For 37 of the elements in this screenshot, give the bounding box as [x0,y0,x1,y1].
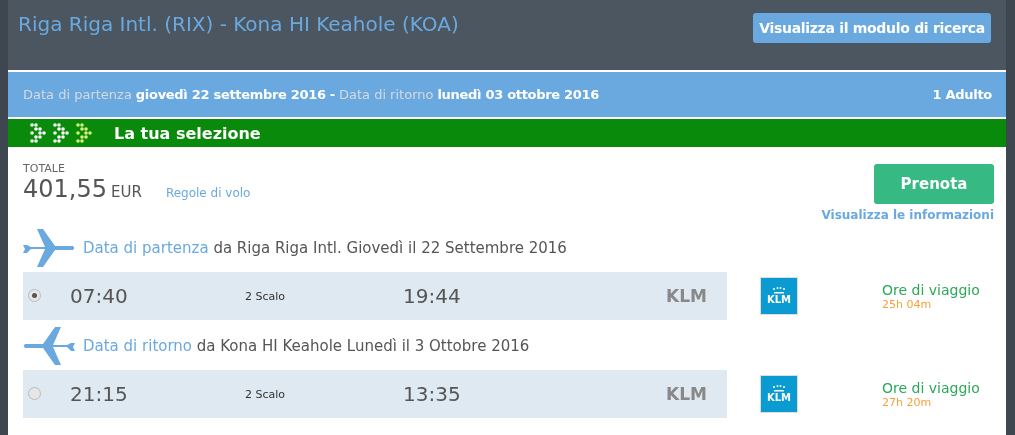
airline-logo: KLM [760,277,798,315]
info-link[interactable]: Visualizza le informazioni [821,208,994,222]
flight-option-row[interactable]: 21:15 2 Scalo 13:35 KLM [23,370,727,418]
passenger-count: 1 Adulto [932,87,992,102]
arrival-time: 19:44 [403,284,461,308]
duration-label: Ore di viaggio [882,281,980,298]
leg-heading: Data di partenza da Riga Riga Intl. Giovedì il 22 Settembre 2016 [83,239,567,257]
departure-time: 21:15 [70,382,128,406]
currency: EUR [111,183,142,201]
selection-title: La tua selezione [114,123,261,143]
duration-value: 25h 04m [882,297,932,311]
total-label: TOTALE [23,162,66,175]
plane-left-icon [23,327,75,365]
return-date: lunedì 03 ottobre 2016 [437,87,600,102]
airline-name: KLM [666,286,707,306]
leg-heading: Data di ritorno da Kona HI Keahole Lunedì il 3 Ottobre 2016 [83,337,530,355]
plane-right-icon [23,229,75,267]
stops-count: 2 Scalo [245,289,286,303]
search-form-button[interactable]: Visualizza il modulo di ricerca [753,13,991,43]
return-label: Data di ritorno [338,87,434,102]
arrival-time: 13:35 [403,382,461,406]
flight-option-row[interactable]: 07:40 2 Scalo 19:44 KLM [23,272,727,320]
radio-button[interactable] [28,387,41,400]
radio-button[interactable] [28,289,41,302]
total-amount: 401,55 [23,175,107,203]
flight-rules-link[interactable]: Regole di volo [165,186,251,200]
departure-time: 07:40 [70,284,128,308]
stops-count: 2 Scalo [245,387,286,401]
date-separator: - [329,87,335,102]
duration-label: Ore di viaggio [882,379,980,396]
departure-label: Data di partenza [23,87,132,102]
book-button[interactable]: Prenota [874,164,994,204]
departure-date: giovedì 22 settembre 2016 [135,87,326,102]
airline-logo: KLM [760,375,798,413]
route-title: Riga Riga Intl. (RIX) - Kona HI Keahole (KOA) [18,12,459,36]
duration-value: 27h 20m [882,395,932,409]
airline-name: KLM [666,384,707,404]
